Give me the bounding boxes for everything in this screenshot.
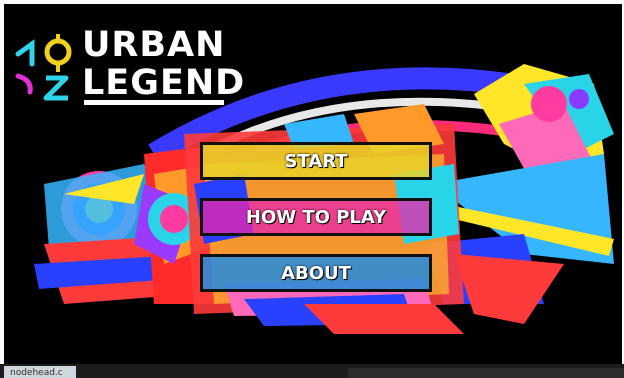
- logo-title-line-1: URBAN: [82, 25, 226, 65]
- logo-symbol-icon: [15, 34, 72, 101]
- taskbar-strip: [348, 368, 624, 378]
- taskbar: nodehead.c: [0, 364, 624, 378]
- about-button[interactable]: ABOUT: [200, 254, 432, 292]
- logo-title-line-2: LEGEND: [82, 63, 246, 103]
- start-button[interactable]: START: [200, 142, 432, 180]
- taskbar-tab-nodehead[interactable]: nodehead.c: [4, 366, 76, 378]
- logo-underline: [84, 100, 224, 105]
- game-screen: URBAN LEGEND START HOW TO PLAY ABOUT: [4, 4, 622, 364]
- how-to-play-button[interactable]: HOW TO PLAY: [200, 198, 432, 236]
